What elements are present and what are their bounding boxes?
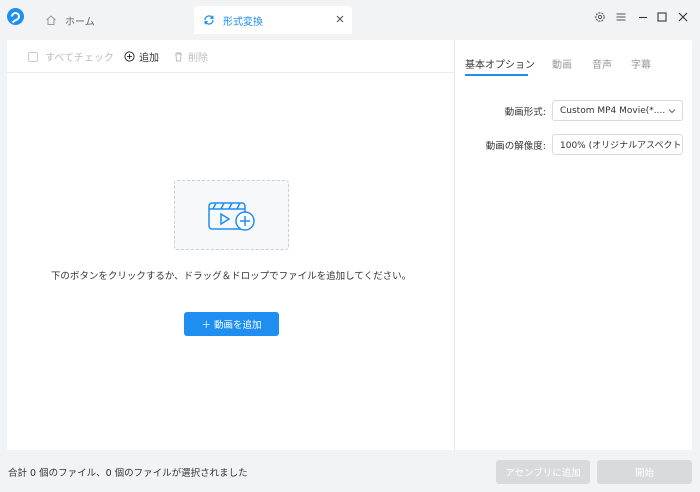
add-circle-icon xyxy=(124,51,135,62)
add-video-icon xyxy=(208,202,255,231)
format-value: Custom MP4 Movie(*.... xyxy=(560,105,666,116)
main-panel: すべてチェック 追加 削除 下のボタンをクリックするか、ドラッグ＆ドロップでファ… xyxy=(7,40,692,450)
file-summary: 合計 0 個のファイル、0 個のファイルが選択されました xyxy=(8,468,248,479)
active-tab-indicator xyxy=(465,74,528,76)
drop-zone[interactable] xyxy=(174,180,289,250)
delete-button[interactable]: 削除 xyxy=(173,49,208,64)
close-tab-icon[interactable] xyxy=(335,14,345,24)
chevron-down-icon xyxy=(668,109,676,114)
close-window-icon[interactable] xyxy=(677,11,689,23)
tab-convert-label: 形式変換 xyxy=(223,16,263,28)
settings-icon[interactable] xyxy=(594,11,606,23)
tab-home-label: ホーム xyxy=(65,16,95,28)
title-bar: ホーム 形式変換 xyxy=(0,0,700,38)
tab-audio[interactable]: 音声 xyxy=(592,56,612,71)
add-video-button[interactable]: ＋ 動画を追加 xyxy=(184,312,279,336)
add-button[interactable]: 追加 xyxy=(124,49,159,64)
drop-hint-text: 下のボタンをクリックするか、ドラッグ＆ドロップでファイルを追加してください。 xyxy=(50,271,412,282)
tab-home[interactable]: ホーム xyxy=(36,6,194,34)
add-label: 追加 xyxy=(139,53,159,64)
resolution-value: 100% (オリジナルアスペクト xyxy=(560,141,682,151)
file-toolbar: すべてチェック 追加 削除 xyxy=(7,40,455,73)
tab-convert[interactable]: 形式変換 xyxy=(194,6,352,34)
tab-subtitles[interactable]: 字幕 xyxy=(631,56,651,71)
add-to-assembly-button[interactable]: アセンブリに追加 xyxy=(496,460,590,484)
app-logo-icon xyxy=(7,8,24,25)
resolution-label: 動画の解像度: xyxy=(485,141,546,152)
format-select[interactable]: Custom MP4 Movie(*.... xyxy=(552,100,683,121)
tab-basic-options[interactable]: 基本オプション xyxy=(465,56,535,71)
options-pane: 基本オプション 動画 音声 字幕 動画形式: Custom MP4 Movie(… xyxy=(456,40,692,450)
checkbox-box xyxy=(28,51,38,62)
maximize-icon[interactable] xyxy=(656,11,668,23)
tab-video[interactable]: 動画 xyxy=(552,56,572,71)
format-label: 動画形式: xyxy=(504,107,546,118)
check-all-checkbox[interactable]: すべてチェック xyxy=(28,49,114,64)
check-all-label: すべてチェック xyxy=(45,53,114,64)
refresh-icon xyxy=(204,15,214,25)
minimize-icon[interactable] xyxy=(637,11,649,23)
file-list-pane: すべてチェック 追加 削除 下のボタンをクリックするか、ドラッグ＆ドロップでファ… xyxy=(7,40,455,450)
resolution-field[interactable]: 100% (オリジナルアスペクト xyxy=(552,134,683,155)
delete-label: 削除 xyxy=(188,53,208,64)
trash-icon xyxy=(175,52,182,62)
home-icon xyxy=(46,15,56,25)
start-button[interactable]: 開始 xyxy=(597,460,692,484)
status-bar: 合計 0 個のファイル、0 個のファイルが選択されました アセンブリに追加 開始 xyxy=(0,452,700,492)
menu-icon[interactable] xyxy=(615,11,627,23)
